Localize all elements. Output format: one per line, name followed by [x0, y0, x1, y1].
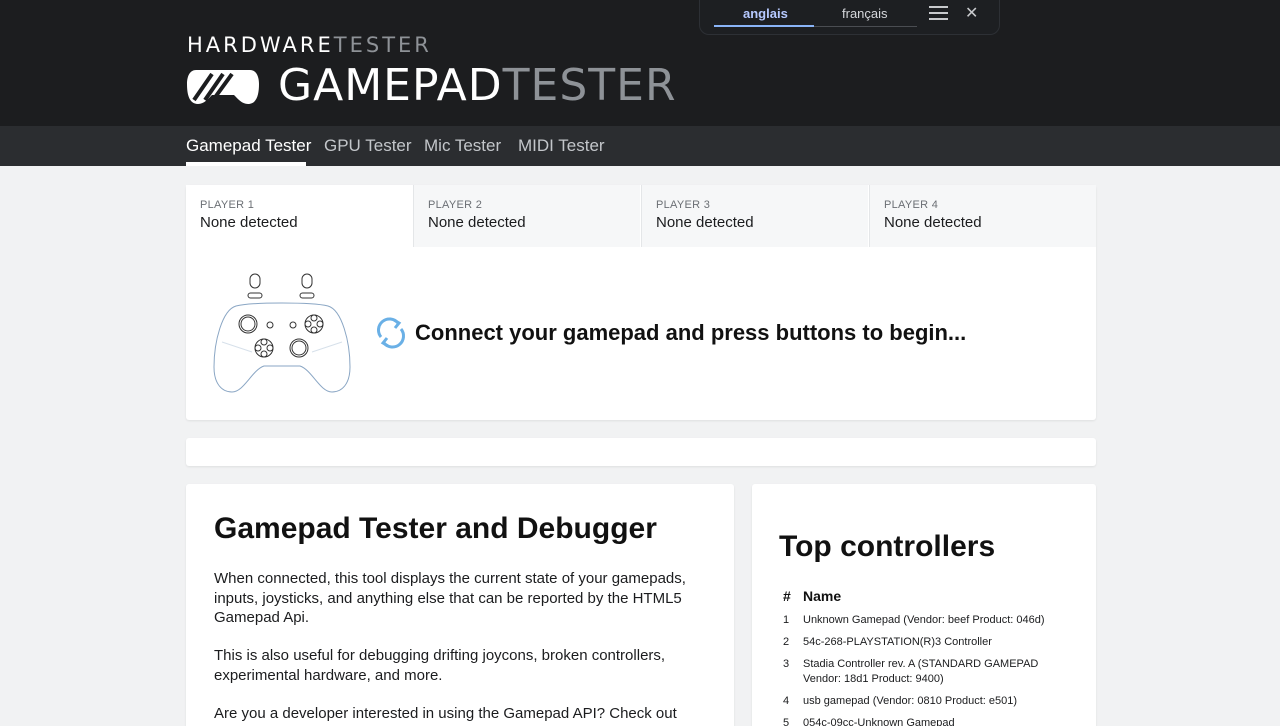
player-status: None detected: [884, 214, 982, 231]
site-header: HARDWARETESTER GAMEPADTESTER: [0, 0, 1280, 126]
table-row-name[interactable]: Unknown Gamepad (Vendor: beef Product: 0…: [803, 613, 1068, 628]
table-row-number: 1: [783, 614, 790, 626]
player-card: PLAYER 1 None detected PLAYER 2 None det…: [186, 185, 1096, 420]
info-title: Gamepad Tester and Debugger: [214, 512, 657, 545]
column-header-name: Name: [803, 588, 842, 604]
player-tab-1[interactable]: PLAYER 1 None detected: [186, 185, 413, 247]
player-label: PLAYER 4: [884, 199, 939, 211]
refresh-icon: [377, 317, 405, 349]
player-tab-3[interactable]: PLAYER 3 None detected: [641, 185, 868, 247]
hardware-tester-brand[interactable]: HARDWARETESTER: [187, 33, 432, 57]
translate-widget: anglais français ✕: [699, 0, 1000, 35]
active-language-indicator: [714, 25, 814, 27]
language-tab-divider: [814, 26, 917, 27]
player-label: PLAYER 2: [428, 199, 483, 211]
nav-item-mic-tester[interactable]: Mic Tester: [424, 136, 501, 156]
table-row-name[interactable]: usb gamepad (Vendor: 0810 Product: e501): [803, 694, 1068, 709]
brand-part1: HARDWARE: [187, 33, 334, 57]
table-row-name[interactable]: 54c-268-PLAYSTATION(R)3 Controller: [803, 635, 1068, 650]
nav-item-midi-tester[interactable]: MIDI Tester: [518, 136, 605, 156]
table-row-number: 5: [783, 717, 790, 726]
nav-active-indicator: [186, 162, 306, 166]
table-row-number: 2: [783, 636, 790, 648]
player-tabs: PLAYER 1 None detected PLAYER 2 None det…: [186, 185, 1096, 247]
player-tab-4[interactable]: PLAYER 4 None detected: [869, 185, 1096, 247]
nav-item-gpu-tester[interactable]: GPU Tester: [324, 136, 412, 156]
title-part1: GAMEPAD: [278, 60, 503, 111]
player-status: None detected: [656, 214, 754, 231]
title-part2: TESTER: [502, 60, 677, 111]
controller-outline-icon: [213, 273, 351, 393]
info-paragraph: This is also useful for debugging drifti…: [214, 647, 666, 684]
hamburger-menu-icon[interactable]: [929, 5, 949, 21]
player-label: PLAYER 1: [200, 199, 255, 211]
info-card: Gamepad Tester and Debugger When connect…: [186, 484, 734, 726]
empty-panel: [186, 438, 1096, 466]
nav-item-gamepad-tester[interactable]: Gamepad Tester: [186, 136, 311, 156]
gamepad-tester-title: GAMEPADTESTER: [278, 60, 677, 111]
close-icon[interactable]: ✕: [965, 3, 978, 23]
top-controllers-title: Top controllers: [779, 530, 996, 563]
table-row-number: 3: [783, 658, 790, 670]
player-tab-2[interactable]: PLAYER 2 None detected: [413, 185, 640, 247]
language-tab-source[interactable]: anglais: [743, 6, 788, 21]
info-paragraph: Are you a developer interested in using …: [214, 705, 677, 726]
player-label: PLAYER 3: [656, 199, 711, 211]
info-paragraph: When connected, this tool displays the c…: [214, 570, 686, 626]
top-controllers-card: Top controllers # Name 1 Unknown Gamepad…: [752, 484, 1096, 726]
gamepad-logo-icon[interactable]: [186, 66, 260, 106]
column-header-number: #: [783, 588, 791, 604]
brand-part2: TESTER: [333, 33, 432, 57]
player-status: None detected: [200, 214, 298, 231]
connect-message: Connect your gamepad and press buttons t…: [415, 320, 967, 345]
player-status: None detected: [428, 214, 526, 231]
table-row-name[interactable]: Stadia Controller rev. A (STANDARD GAMEP…: [803, 657, 1068, 686]
table-row-number: 4: [783, 695, 790, 707]
table-row-name[interactable]: 054c-09cc-Unknown Gamepad: [803, 716, 1068, 726]
language-tab-target[interactable]: français: [842, 6, 888, 21]
main-nav: Gamepad Tester GPU Tester Mic Tester MID…: [0, 126, 1280, 166]
